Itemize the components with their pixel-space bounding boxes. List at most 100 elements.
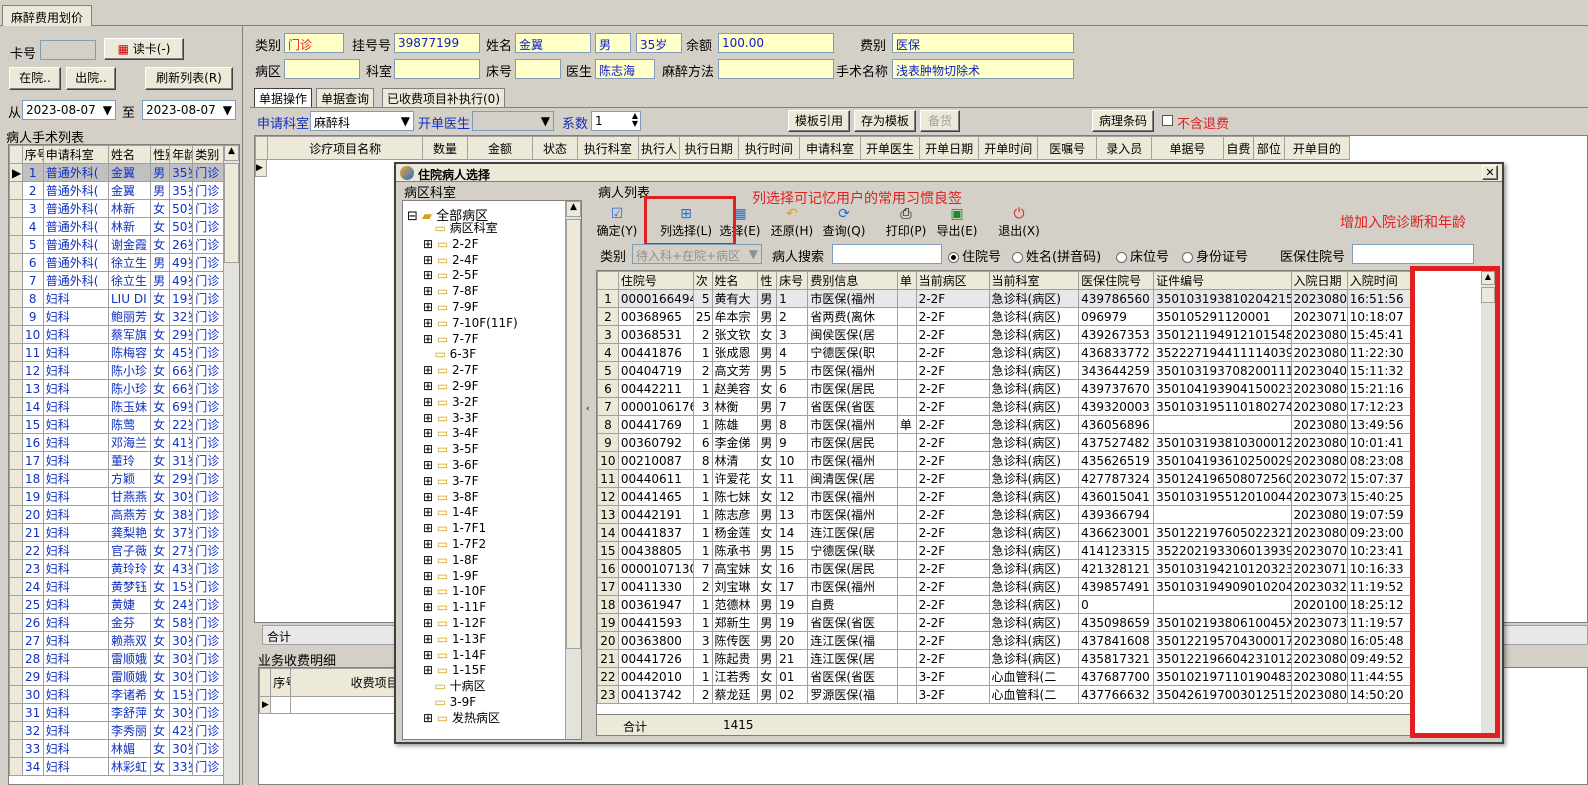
- patient-col-header[interactable]: 医保住院号: [1078, 271, 1155, 290]
- tab-supplement-exec[interactable]: 已收费项目补执行(0): [382, 88, 505, 107]
- patient-col-header[interactable]: 证件编号: [1153, 271, 1292, 290]
- table-row[interactable]: 28妇科雷顺娥女30岁门诊: [9, 649, 227, 668]
- table-row[interactable]: 17妇科董玲女31岁门诊: [9, 451, 227, 470]
- main-col-header[interactable]: 录入员: [1096, 136, 1153, 160]
- main-col-header[interactable]: 医嘱号: [1037, 136, 1098, 160]
- table-row[interactable]: 29妇科雷顺娥女30岁门诊: [9, 667, 227, 686]
- date-to-field[interactable]: 2023-08-07 ▼: [142, 100, 236, 120]
- tree-node[interactable]: ⊞ ▭ 7-8F: [423, 284, 568, 300]
- tree-node[interactable]: ⊞ ▭ 1-10F: [423, 584, 568, 600]
- pathology-barcode-button[interactable]: 病理条码: [1092, 110, 1154, 132]
- tree-node[interactable]: ⊞ ▭ 1-7F1: [423, 521, 568, 537]
- main-col-header[interactable]: 申请科室: [798, 136, 862, 160]
- tree-node[interactable]: ⊞ ▭ 3-5F: [423, 442, 568, 458]
- tab-bill-query[interactable]: 单据查询: [316, 88, 375, 107]
- table-row[interactable]: 14妇科陈玉妹女69岁门诊: [9, 397, 227, 416]
- age-field[interactable]: 35岁: [636, 33, 682, 53]
- tree-node[interactable]: ⊞ ▭ 1-7F2: [423, 537, 568, 553]
- refresh-list-button[interactable]: 刷新列表(R): [145, 67, 233, 90]
- coefficient-field[interactable]: 1 ▲ ▼: [591, 111, 641, 131]
- table-row[interactable]: 12 00441465 1 陈七妹女 12 市医保(福州 2-2F 急诊科(病区) 436015…: [597, 487, 1413, 506]
- table-row[interactable]: 3 00368531 2 张文钦女 3 闽侯医保(居 2-2F 急诊科(病区) 43926735…: [597, 325, 1413, 344]
- patient-col-header[interactable]: 当前科室: [988, 271, 1080, 290]
- table-row[interactable]: 11 00440611 1 许爱花女 11 闽清医保(居 2-2F 急诊科(病区) 427787…: [597, 469, 1413, 488]
- tree-node[interactable]: ⊞ ▭ 3-2F: [423, 395, 568, 411]
- main-col-header[interactable]: 执行日期: [678, 136, 739, 160]
- ward-field[interactable]: [284, 59, 360, 79]
- table-row[interactable]: 4普通外科(林新女50岁门诊: [9, 217, 227, 236]
- table-row[interactable]: 20妇科高燕芳女38岁门诊: [9, 505, 227, 524]
- card-input[interactable]: [40, 40, 96, 60]
- chevron-down-icon[interactable]: ▼: [541, 114, 550, 128]
- name-field[interactable]: 金翼: [515, 33, 591, 53]
- tree-node[interactable]: ⊞ ▭ 2-4F: [423, 253, 568, 269]
- table-row[interactable]: 23妇科黄玲玲女43岁门诊: [9, 559, 227, 578]
- tree-node[interactable]: ⊞ ▭ 1-13F: [423, 632, 568, 648]
- main-col-header[interactable]: 单据号: [1151, 136, 1224, 160]
- table-row[interactable]: 8 00441769 1 陈雄男 8 市医保(福州单 2-2F 急诊科(病区) 43605689…: [597, 415, 1413, 434]
- table-row[interactable]: 27妇科赖燕双女30岁门诊: [9, 631, 227, 650]
- table-row[interactable]: 9妇科鲍丽芳女32岁门诊: [9, 307, 227, 326]
- radio-name-pinyin[interactable]: 姓名(拼音码): [1012, 246, 1101, 265]
- table-row[interactable]: 3普通外科(林新女50岁门诊: [9, 199, 227, 218]
- no-refund-checkbox[interactable]: [1162, 115, 1173, 126]
- table-row[interactable]: 2普通外科(金翼男35岁门诊: [9, 181, 227, 200]
- table-row[interactable]: 9 00360792 6 李金俤男 9 市医保(居民 2-2F 急诊科(病区) 43752748…: [597, 433, 1413, 452]
- tree-node[interactable]: ⊞ ▭ 2-5F: [423, 268, 568, 284]
- main-col-header[interactable]: 开单时间: [978, 136, 1039, 160]
- tree-node[interactable]: ⊞ ▭ 3-8F: [423, 490, 568, 506]
- left-col-header[interactable]: 申请科室: [42, 145, 110, 164]
- tree-node[interactable]: ▭ 病区科室: [423, 221, 568, 237]
- table-row[interactable]: 19妇科甘燕燕女30岁门诊: [9, 487, 227, 506]
- chevron-down-icon[interactable]: ▼: [401, 114, 410, 128]
- table-row[interactable]: 20 00363800 3 陈传医男 20 连江医保(福 2-2F 急诊科(病区) 437841…: [597, 631, 1413, 650]
- patient-col-header[interactable]: 当前病区: [915, 271, 990, 290]
- spinner-icon[interactable]: ▲ ▼: [632, 112, 638, 128]
- sex-field[interactable]: 男: [595, 33, 631, 53]
- save-template-button[interactable]: 存为模板: [854, 110, 916, 132]
- doctor-field[interactable]: 陈志海: [595, 59, 655, 79]
- tree-node[interactable]: ⊞ ▭ 1-9F: [423, 569, 568, 585]
- left-scrollbar[interactable]: ▲: [223, 145, 239, 784]
- table-row[interactable]: 13妇科陈小珍女66岁门诊: [9, 379, 227, 398]
- patient-col-header[interactable]: 入院时间: [1346, 271, 1413, 290]
- tree-node[interactable]: ⊞ ▭ 7-10F(11F): [423, 316, 568, 332]
- admit-button[interactable]: 在院..: [9, 67, 61, 90]
- tree-node[interactable]: ▭ 十病区: [423, 679, 568, 695]
- main-col-header[interactable]: 执行时间: [737, 136, 800, 160]
- patient-col-header[interactable]: 住院号: [617, 271, 694, 290]
- tree-node[interactable]: ⊞ ▭ 3-3F: [423, 411, 568, 427]
- main-col-header[interactable]: 金额: [466, 136, 534, 160]
- patient-col-header[interactable]: 性: [757, 271, 778, 290]
- scroll-up-icon[interactable]: ▲: [566, 201, 581, 217]
- table-row[interactable]: 4 00441876 1 张成恩男 4 宁德医保(职 2-2F 急诊科(病区) 43683377…: [597, 343, 1413, 362]
- table-row[interactable]: 7 0000106176 3 林衡男 7 省医保(省医 2-2F 急诊科(病区) 4393200…: [597, 397, 1413, 416]
- close-icon[interactable]: ✕: [1482, 165, 1498, 180]
- bed-field[interactable]: [515, 59, 561, 79]
- table-row[interactable]: 16 0000107130 7 高宝妹女 16 市医保(居民 2-2F 急诊科(病区) 4213…: [597, 559, 1413, 578]
- tree-node[interactable]: ⊞ ▭ 2-2F: [423, 237, 568, 253]
- template-ref-button[interactable]: 模板引用: [788, 110, 850, 132]
- tree-node[interactable]: ⊞ ▭ 2-7F: [423, 363, 568, 379]
- table-row[interactable]: 7普通外科(徐立生男49岁门诊: [9, 271, 227, 290]
- table-row[interactable]: 18003619471范德林男19自费 2-2F急诊科(病区)0 202010091…: [597, 595, 1413, 614]
- main-col-header[interactable]: 开单目的: [1283, 136, 1351, 160]
- print-button[interactable]: ⎙ 打印(P): [884, 206, 928, 242]
- category-select[interactable]: 待入科+在院+病区 ▼: [632, 244, 762, 264]
- patient-search-input[interactable]: [832, 244, 942, 264]
- balance-field[interactable]: 100.00: [718, 33, 834, 53]
- tree-node[interactable]: ⊞ ▭ 7-9F: [423, 300, 568, 316]
- table-row[interactable]: 16妇科邓海兰女41岁门诊: [9, 433, 227, 452]
- patient-col-header[interactable]: 单: [896, 271, 917, 290]
- tree-node[interactable]: ⊞ ▭ 7-7F: [423, 332, 568, 348]
- tree-node[interactable]: ⊞ ▭ 发热病区: [423, 711, 568, 727]
- tree-node[interactable]: ▭ 6-3F: [423, 347, 568, 363]
- table-row[interactable]: 14 00441837 1 杨金莲女 14 连江医保(居 2-2F 急诊科(病区) 436623…: [597, 523, 1413, 542]
- left-col-header[interactable]: 姓名: [107, 145, 152, 164]
- export-button[interactable]: ▣ 导出(E): [934, 206, 980, 242]
- table-row[interactable]: 8妇科LIU DI女19岁门诊: [9, 289, 227, 308]
- table-row[interactable]: 2 00368965 25 牟本宗男 2 省两费(离休 2-2F 急诊科(病区) 096979 3…: [597, 307, 1413, 326]
- table-row[interactable]: 21妇科龚梨艳女37岁门诊: [9, 523, 227, 542]
- table-row[interactable]: 30妇科李诸希女15岁门诊: [9, 685, 227, 704]
- main-col-header[interactable]: 执行人: [637, 136, 680, 160]
